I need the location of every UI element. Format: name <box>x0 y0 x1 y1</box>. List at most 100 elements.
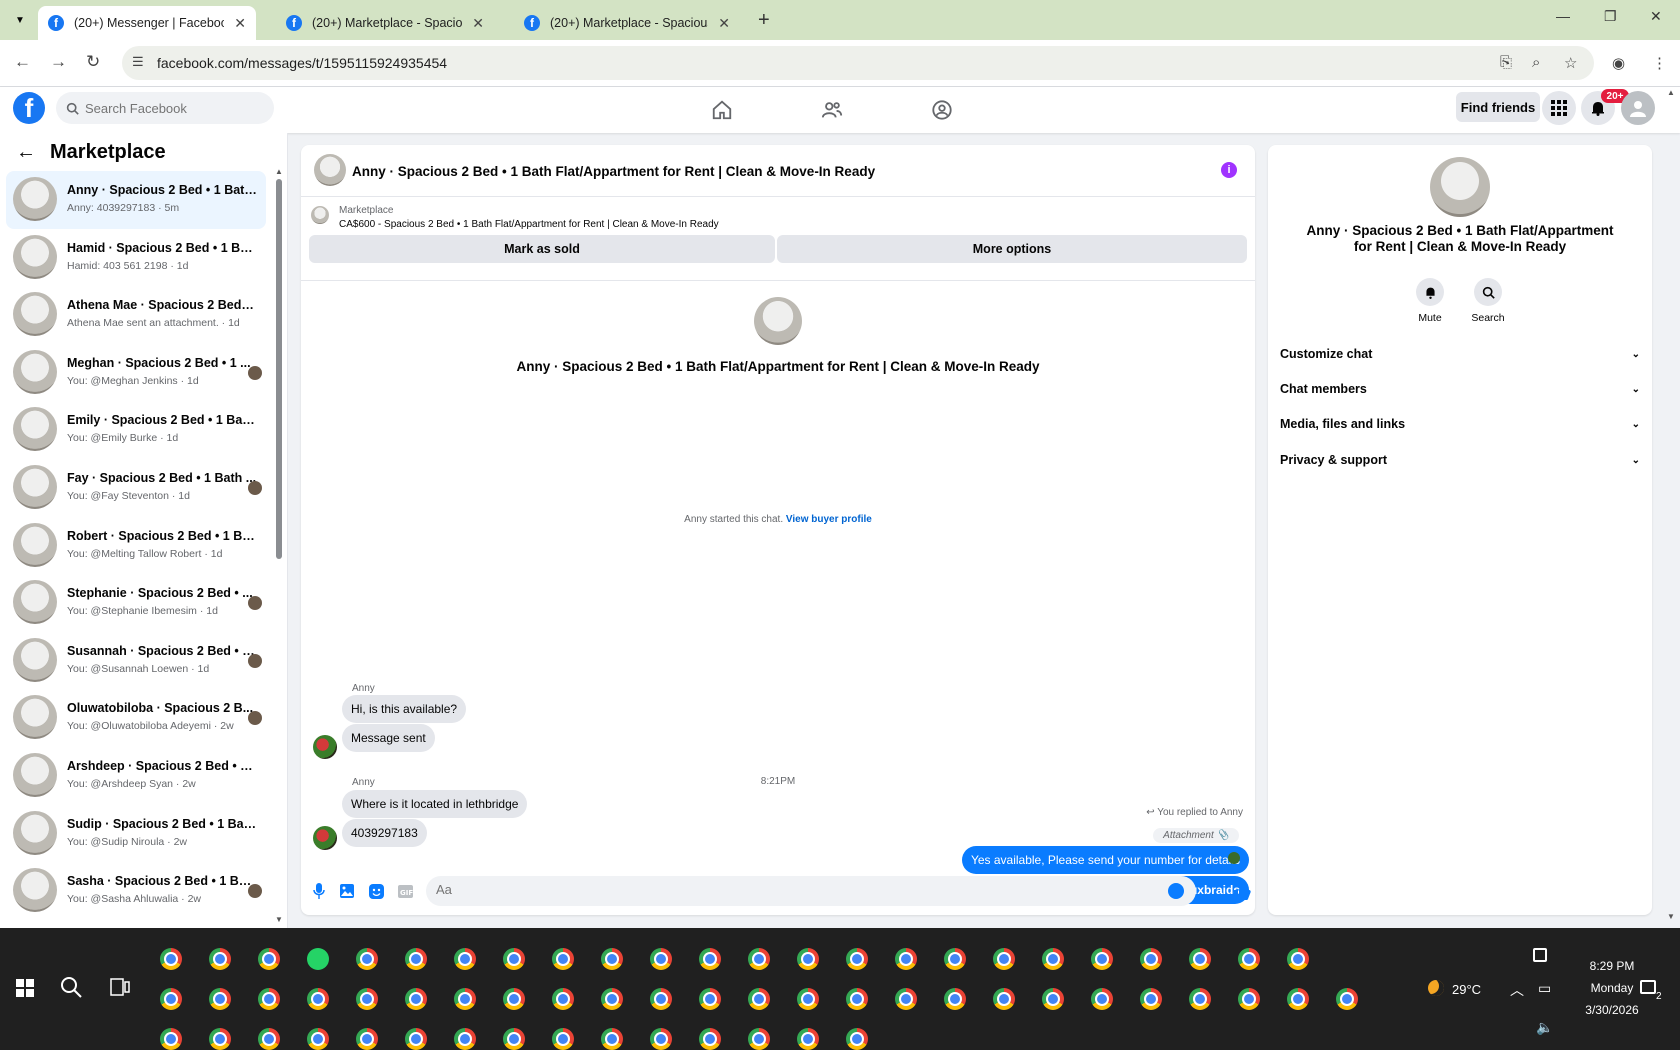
show-hidden-icons-icon[interactable]: ︿ <box>1510 980 1524 1000</box>
chrome-icon[interactable] <box>307 988 329 1010</box>
info-avatar[interactable] <box>1430 157 1490 217</box>
facebook-logo-icon[interactable]: f <box>13 92 45 124</box>
notification-center-icon[interactable] <box>1640 980 1656 994</box>
chrome-icon[interactable] <box>944 948 966 970</box>
install-app-icon[interactable]: ⎘ <box>1500 54 1512 71</box>
chrome-icon[interactable] <box>650 948 672 970</box>
sender-avatar[interactable] <box>313 735 337 759</box>
tab-marketplace-1[interactable]: f (20+) Marketplace - Spacious 2 ✕ <box>276 6 494 40</box>
sticker-icon[interactable] <box>367 882 385 900</box>
site-info-icon[interactable]: ☰ <box>132 54 144 70</box>
chrome-icon[interactable] <box>748 948 770 970</box>
gif-icon[interactable]: GIF <box>396 882 414 900</box>
chrome-icon[interactable] <box>356 988 378 1010</box>
chrome-icon[interactable] <box>846 988 868 1010</box>
chrome-icon[interactable] <box>895 948 917 970</box>
browser-menu-icon[interactable]: ⋮ <box>1652 54 1667 72</box>
incoming-message[interactable]: 4039297183 <box>342 819 427 847</box>
section-media-files-links[interactable]: Media, files and links ⌄ <box>1280 411 1640 437</box>
message-input[interactable] <box>436 882 1136 897</box>
incoming-message[interactable]: Where is it located in lethbridge <box>342 790 528 818</box>
camera-indicator-icon[interactable] <box>1533 948 1547 962</box>
reload-button[interactable]: ↻ <box>86 52 100 72</box>
chrome-icon[interactable] <box>209 948 231 970</box>
chrome-icon[interactable] <box>552 1028 574 1050</box>
chrome-icon[interactable] <box>356 1028 378 1050</box>
volume-icon[interactable]: 🔈 <box>1536 1019 1553 1036</box>
chrome-icon[interactable] <box>1336 988 1358 1010</box>
thumbs-up-icon[interactable] <box>1233 882 1251 900</box>
conversation-item[interactable]: Sudip · Spacious 2 Bed • 1 Bath ... You: … <box>6 805 266 863</box>
chrome-icon[interactable] <box>699 948 721 970</box>
chrome-icon[interactable] <box>454 1028 476 1050</box>
scroll-up-icon[interactable]: ▲ <box>275 167 283 176</box>
photo-icon[interactable] <box>338 882 356 900</box>
whatsapp-icon[interactable] <box>307 948 329 970</box>
conversation-item[interactable]: Emily · Spacious 2 Bed • 1 Bath ... You: … <box>6 401 266 459</box>
page-scroll-down-icon[interactable]: ▼ <box>1667 912 1675 921</box>
search-input[interactable] <box>85 100 265 116</box>
conversation-item[interactable]: Robert · Spacious 2 Bed • 1 Bath... You: … <box>6 517 266 575</box>
chrome-icon[interactable] <box>699 1028 721 1050</box>
scroll-down-icon[interactable]: ▼ <box>275 915 283 924</box>
chrome-icon[interactable] <box>1287 988 1309 1010</box>
sender-avatar[interactable] <box>313 826 337 850</box>
chrome-icon[interactable] <box>160 988 182 1010</box>
conversation-item[interactable]: Arshdeep · Spacious 2 Bed • 1 B... You: @… <box>6 747 266 805</box>
listing-thumbnail[interactable] <box>311 206 329 224</box>
minimize-button[interactable]: — <box>1556 8 1570 24</box>
chrome-icon[interactable] <box>650 988 672 1010</box>
chrome-icon[interactable] <box>601 1028 623 1050</box>
chrome-icon[interactable] <box>307 1028 329 1050</box>
friends-icon[interactable] <box>817 95 847 125</box>
chrome-icon[interactable] <box>209 988 231 1010</box>
search-icon[interactable] <box>60 976 82 1001</box>
chat-avatar[interactable] <box>314 154 346 186</box>
info-icon[interactable]: i <box>1221 162 1237 178</box>
zoom-icon[interactable]: ⌕ <box>1532 54 1540 71</box>
url-text[interactable]: facebook.com/messages/t/1595115924935454 <box>157 55 447 71</box>
close-tab-icon[interactable]: ✕ <box>718 15 730 32</box>
mark-as-sold-button[interactable]: Mark as sold <box>309 235 775 263</box>
clock-time[interactable]: 8:29 PM <box>1570 959 1654 973</box>
chrome-icon[interactable] <box>895 988 917 1010</box>
message-input-box[interactable] <box>426 876 1196 906</box>
chrome-icon[interactable] <box>601 988 623 1010</box>
facebook-search[interactable] <box>56 92 274 124</box>
chrome-icon[interactable] <box>552 948 574 970</box>
chrome-icon[interactable] <box>503 1028 525 1050</box>
close-window-button[interactable]: ✕ <box>1650 8 1662 25</box>
attachment-reference[interactable]: Attachment 📎 <box>1153 828 1239 843</box>
chrome-icon[interactable] <box>503 948 525 970</box>
chrome-icon[interactable] <box>993 948 1015 970</box>
chrome-icon[interactable] <box>503 988 525 1010</box>
tab-marketplace-2[interactable]: f (20+) Marketplace - Spacious 2 ✕ <box>514 6 740 40</box>
back-arrow-icon[interactable]: ← <box>16 141 36 164</box>
close-tab-icon[interactable]: ✕ <box>234 15 246 32</box>
chrome-icon[interactable] <box>797 988 819 1010</box>
chrome-icon[interactable] <box>748 1028 770 1050</box>
windows-start-icon[interactable] <box>16 979 34 997</box>
find-friends-button[interactable]: Find friends <box>1456 92 1540 122</box>
scrollbar-thumb[interactable] <box>276 179 282 559</box>
chrome-icon[interactable] <box>405 948 427 970</box>
page-scroll-up-icon[interactable]: ▲ <box>1667 88 1675 97</box>
incoming-message[interactable]: Hi, is this available? <box>342 695 467 723</box>
microphone-icon[interactable] <box>310 882 328 900</box>
view-buyer-profile-link[interactable]: View buyer profile <box>786 514 872 525</box>
conversation-item[interactable]: Anny · Spacious 2 Bed • 1 Bath F... Anny:… <box>6 171 266 229</box>
chrome-icon[interactable] <box>650 1028 672 1050</box>
conversation-item[interactable]: Stephanie · Spacious 2 Bed • ... You: @St… <box>6 574 266 632</box>
chrome-icon[interactable] <box>748 988 770 1010</box>
chrome-icon[interactable] <box>405 1028 427 1050</box>
chrome-icon[interactable] <box>993 988 1015 1010</box>
chrome-icon[interactable] <box>1189 988 1211 1010</box>
conversation-item[interactable]: Athena Mae · Spacious 2 Bed • ... Athena … <box>6 286 266 344</box>
chrome-icon[interactable] <box>1287 948 1309 970</box>
back-button[interactable]: ← <box>14 52 31 72</box>
chrome-icon[interactable] <box>209 1028 231 1050</box>
chrome-icon[interactable] <box>454 988 476 1010</box>
chrome-icon[interactable] <box>1091 988 1113 1010</box>
task-view-icon[interactable] <box>110 978 130 999</box>
conversation-item[interactable]: Hamid · Spacious 2 Bed • 1 Bath... Hamid:… <box>6 229 266 287</box>
